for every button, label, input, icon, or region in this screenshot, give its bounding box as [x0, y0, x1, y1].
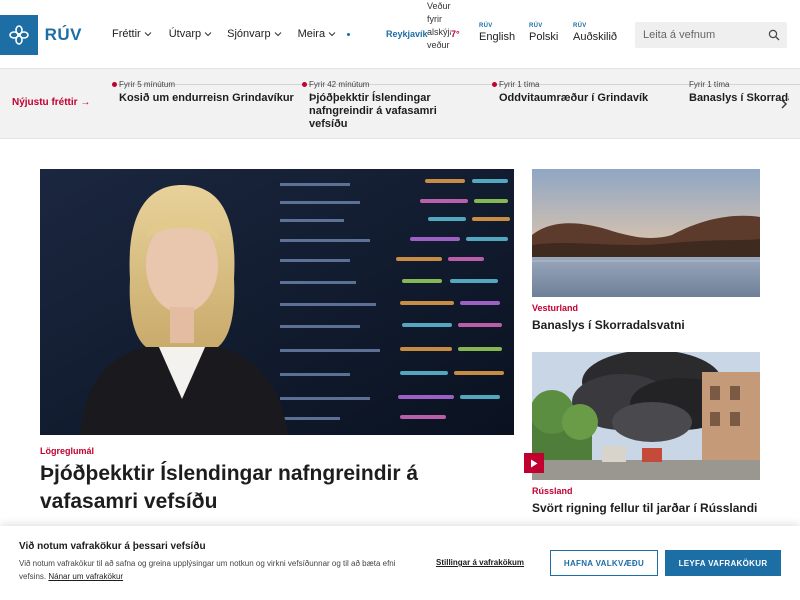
lang-name: English: [479, 31, 516, 43]
cookie-settings-link[interactable]: Stillingar á vafrakökum: [436, 558, 524, 567]
lang-name: Auðskilið: [573, 31, 618, 43]
ticker-dot: [302, 82, 307, 87]
ruv-logo[interactable]: RÚV: [0, 15, 82, 55]
latest-news-label[interactable]: Nýjustu fréttir →: [12, 97, 90, 108]
site-header: RÚV Fréttir Útvarp Sjónvarp Meira Reykja…: [0, 0, 800, 69]
ticker-title: Þjóðþekktir Íslendingar nafngreindir á v…: [309, 92, 437, 130]
lang-audskilid[interactable]: RÚV Auðskilið: [573, 23, 617, 43]
nav-separator: [347, 33, 350, 36]
lang-tag: RÚV: [529, 23, 543, 29]
lang-polski[interactable]: RÚV Polski: [529, 23, 558, 43]
accept-cookies-button[interactable]: LEYFA VAFRAKÖKUR: [665, 550, 781, 576]
ticker-time: Fyrir 5 mínútum: [119, 80, 176, 89]
chevron-down-icon: [204, 32, 212, 37]
reject-optional-cookies-button[interactable]: HAFNA VALKVÆÐU: [550, 550, 658, 576]
lang-english[interactable]: RÚV English: [479, 23, 515, 43]
ticker-time: Fyrir 1 tíma: [689, 80, 730, 89]
side-story-title[interactable]: Banaslys í Skorradalsvatni: [532, 318, 760, 332]
ticker-title: Oddvitaumræður í Grindavík: [499, 92, 649, 104]
cookie-more-link[interactable]: Nánar um vafrakökur: [48, 572, 123, 581]
lang-tag: RÚV: [573, 23, 587, 29]
cookie-banner-title: Við notum vafrakökur á þessari vefsíðu: [19, 541, 206, 552]
latest-news-ticker: Nýjustu fréttir → Fyrir 5 mínútum Kosið …: [0, 69, 800, 139]
ticker-title: Kosið um endurreisn Grindavíkur: [119, 92, 294, 104]
play-icon: [531, 459, 538, 467]
nav-item-label: Fréttir: [112, 28, 141, 40]
lang-tag: RÚV: [479, 23, 493, 29]
lang-name: Polski: [529, 31, 559, 43]
ticker-dot: [112, 82, 117, 87]
nav-item-sjonvarp[interactable]: Sjónvarp: [227, 28, 281, 40]
ticker-item[interactable]: Fyrir 1 tíma Banaslys í Skorradalsvatni: [689, 80, 789, 105]
nav-item-label: Meira: [297, 28, 326, 40]
ticker-time: Fyrir 1 tíma: [499, 80, 540, 89]
ticker-time: Fyrir 42 mínútum: [309, 80, 370, 89]
chevron-right-icon[interactable]: [778, 98, 790, 110]
chevron-down-icon: [274, 32, 281, 37]
main-story-image[interactable]: [40, 169, 514, 435]
ticker-dot: [492, 82, 497, 87]
side-story-category[interactable]: Vesturland: [532, 303, 578, 313]
side-story-category[interactable]: Rússland: [532, 486, 573, 496]
nav-item-utvarp[interactable]: Útvarp: [169, 28, 212, 40]
ticker-item[interactable]: Fyrir 5 mínútum Kosið um endurreisn Grin…: [112, 80, 294, 105]
ticker-title: Banaslys í Skorradalsvatni: [689, 92, 789, 104]
search-input[interactable]: [643, 29, 763, 41]
cookie-banner: Við notum vafrakökur á þessari vefsíðu V…: [0, 526, 800, 600]
main-nav: Fréttir Útvarp Sjónvarp Meira: [112, 28, 336, 40]
chevron-down-icon: [144, 32, 152, 37]
main-story-category[interactable]: Lögreglumál: [40, 446, 94, 456]
nav-item-meira[interactable]: Meira: [298, 28, 337, 40]
weather-image-alt: Veðurspá fyrir alskýjað veður: [427, 1, 451, 50]
video-play-button[interactable]: [524, 453, 544, 473]
ruv-emblem-icon: [0, 15, 38, 55]
logo-text: RÚV: [44, 25, 82, 44]
side-story-title[interactable]: Svört rigning fellur til jarðar í Rússla…: [532, 501, 764, 515]
weather-temperature: 7°: [451, 29, 460, 39]
nav-item-label: Útvarp: [168, 28, 202, 40]
ticker-item[interactable]: Fyrir 42 mínútum Þjóðþekktir Íslendingar…: [302, 80, 469, 131]
main-story-title[interactable]: Þjóðþekktir Íslendingar nafngreindir á v…: [40, 460, 510, 516]
nav-item-label: Sjónvarp: [227, 28, 271, 40]
chevron-down-icon: [328, 32, 336, 37]
search-box: [635, 22, 787, 48]
search-icon[interactable]: [768, 29, 780, 41]
nav-item-frettir[interactable]: Fréttir: [112, 28, 152, 40]
side-story-image[interactable]: [532, 169, 760, 297]
cookie-banner-text: Við notum vafrakökur til að safna og gre…: [19, 557, 399, 583]
ticker-item[interactable]: Fyrir 1 tíma Oddvitaumræður í Grindavík: [492, 80, 674, 105]
weather-city[interactable]: Reykjavík: [386, 29, 428, 39]
side-story-image[interactable]: [532, 352, 760, 480]
